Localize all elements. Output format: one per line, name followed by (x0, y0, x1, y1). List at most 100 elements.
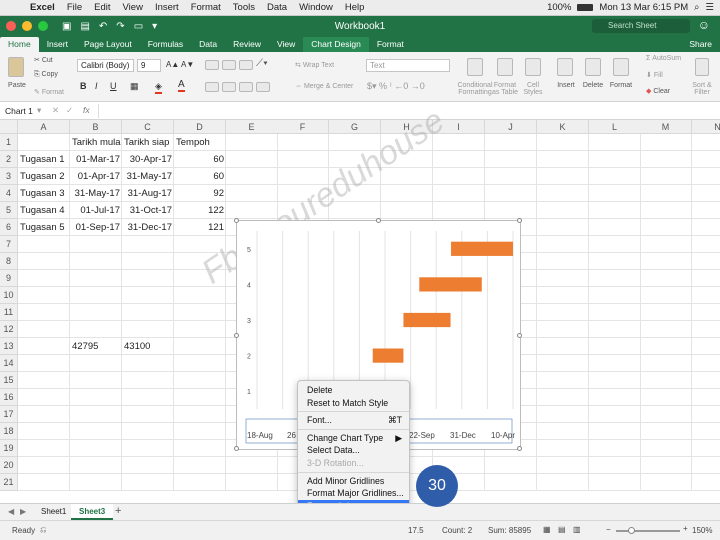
cell[interactable] (692, 440, 720, 457)
cell[interactable] (174, 287, 226, 304)
cell[interactable] (277, 151, 329, 168)
cell-value[interactable]: Tugasan 1 (18, 151, 70, 168)
column-header[interactable]: A (18, 120, 70, 134)
cut-button[interactable]: ✂ Cut (34, 56, 53, 64)
cell[interactable] (537, 151, 589, 168)
format-as-table-icon[interactable] (497, 58, 513, 76)
cell[interactable] (70, 440, 122, 457)
cell[interactable] (589, 304, 641, 321)
cell[interactable] (277, 185, 329, 202)
cell[interactable] (226, 185, 278, 202)
function-icon[interactable]: fx (83, 105, 90, 115)
column-header[interactable]: F (277, 120, 329, 134)
row-header[interactable]: 8 (0, 253, 18, 270)
bold-button[interactable]: B (80, 81, 87, 91)
menu-view[interactable]: View (117, 2, 149, 13)
resize-handle[interactable] (517, 218, 522, 223)
cell[interactable] (692, 423, 720, 440)
cell[interactable] (589, 457, 641, 474)
search-sheet-input[interactable]: Search Sheet (592, 19, 690, 33)
autosum-button[interactable]: Σ AutoSum (646, 55, 681, 62)
cell[interactable] (692, 389, 720, 406)
cell-value[interactable]: 31-Oct-17 (122, 202, 174, 219)
cell[interactable] (226, 168, 278, 185)
merge-center-button[interactable]: ⇔ Merge & Center (295, 83, 353, 90)
next-sheet-icon[interactable]: ▶ (20, 507, 26, 516)
menu-list-icon[interactable]: ☰ (705, 2, 714, 13)
resize-handle[interactable] (517, 446, 522, 451)
cell[interactable] (277, 202, 329, 219)
column-header[interactable]: K (537, 120, 589, 134)
zoom-out-icon[interactable]: − (606, 525, 611, 534)
align-top-icon[interactable] (205, 60, 219, 70)
column-header[interactable]: L (589, 120, 641, 134)
cell[interactable] (18, 253, 70, 270)
cell[interactable] (174, 321, 226, 338)
cell[interactable] (692, 287, 720, 304)
cell[interactable] (537, 287, 589, 304)
smiley-feedback-icon[interactable]: ☺ (698, 18, 710, 32)
cell-value[interactable]: Tempoh (174, 134, 226, 151)
cell[interactable] (692, 270, 720, 287)
cell[interactable] (18, 423, 70, 440)
cell[interactable] (589, 474, 641, 491)
page-break-view-icon[interactable]: ▥ (573, 525, 581, 534)
cell[interactable] (18, 389, 70, 406)
cancel-icon[interactable]: ✕ (52, 105, 59, 116)
cell[interactable] (640, 202, 692, 219)
insert-cells-icon[interactable] (557, 58, 573, 76)
cell[interactable] (70, 457, 122, 474)
cell[interactable] (537, 168, 589, 185)
cell[interactable] (70, 389, 122, 406)
resize-handle[interactable] (517, 333, 522, 338)
prev-sheet-icon[interactable]: ◀ (8, 507, 14, 516)
column-header[interactable]: H (381, 120, 433, 134)
cell[interactable] (692, 406, 720, 423)
cell[interactable] (589, 134, 641, 151)
orientation-icon[interactable]: ⟋▾ (256, 58, 268, 69)
cell[interactable] (70, 270, 122, 287)
cell[interactable] (174, 423, 226, 440)
cell-value[interactable]: 122 (174, 202, 226, 219)
save-icon[interactable]: ▤ (80, 21, 89, 32)
maximize-icon[interactable] (38, 21, 48, 31)
cell[interactable] (640, 406, 692, 423)
cell[interactable] (640, 253, 692, 270)
column-header[interactable]: D (174, 120, 226, 134)
cell[interactable] (692, 202, 720, 219)
cell[interactable] (537, 474, 589, 491)
cell[interactable] (70, 474, 122, 491)
wrap-text-button[interactable]: ⇆ Wrap Text (295, 61, 334, 69)
macro-record-icon[interactable]: ⎌ (40, 525, 46, 535)
font-color-icon[interactable]: A (178, 79, 185, 92)
tab-view[interactable]: View (269, 37, 303, 52)
cell[interactable] (589, 185, 641, 202)
font-size-select[interactable]: 9 (137, 59, 161, 72)
cell[interactable] (70, 372, 122, 389)
menu-item-delete[interactable]: Delete (298, 384, 409, 397)
format-cells-icon[interactable] (613, 58, 629, 76)
row-header[interactable]: 14 (0, 355, 18, 372)
cell[interactable] (537, 338, 589, 355)
cell-value[interactable]: 01-Sep-17 (70, 219, 122, 236)
cell[interactable] (537, 270, 589, 287)
column-header[interactable]: B (70, 120, 122, 134)
menu-insert[interactable]: Insert (149, 2, 185, 13)
cell[interactable] (174, 389, 226, 406)
cell[interactable] (640, 338, 692, 355)
cell-value[interactable]: Tugasan 4 (18, 202, 70, 219)
column-header[interactable]: E (226, 120, 278, 134)
cell-value[interactable]: 42795 (70, 338, 122, 355)
cell[interactable] (589, 423, 641, 440)
cell[interactable] (122, 457, 174, 474)
cell[interactable] (692, 168, 720, 185)
cell[interactable] (174, 270, 226, 287)
column-header[interactable]: C (122, 120, 174, 134)
cell[interactable] (589, 253, 641, 270)
menu-item-add-minor-gridlines[interactable]: Add Minor Gridlines (298, 475, 409, 488)
cell[interactable] (485, 168, 537, 185)
row-header[interactable]: 16 (0, 389, 18, 406)
gantt-bar[interactable] (451, 241, 513, 256)
cell[interactable] (640, 423, 692, 440)
share-button[interactable]: Share (689, 37, 720, 52)
